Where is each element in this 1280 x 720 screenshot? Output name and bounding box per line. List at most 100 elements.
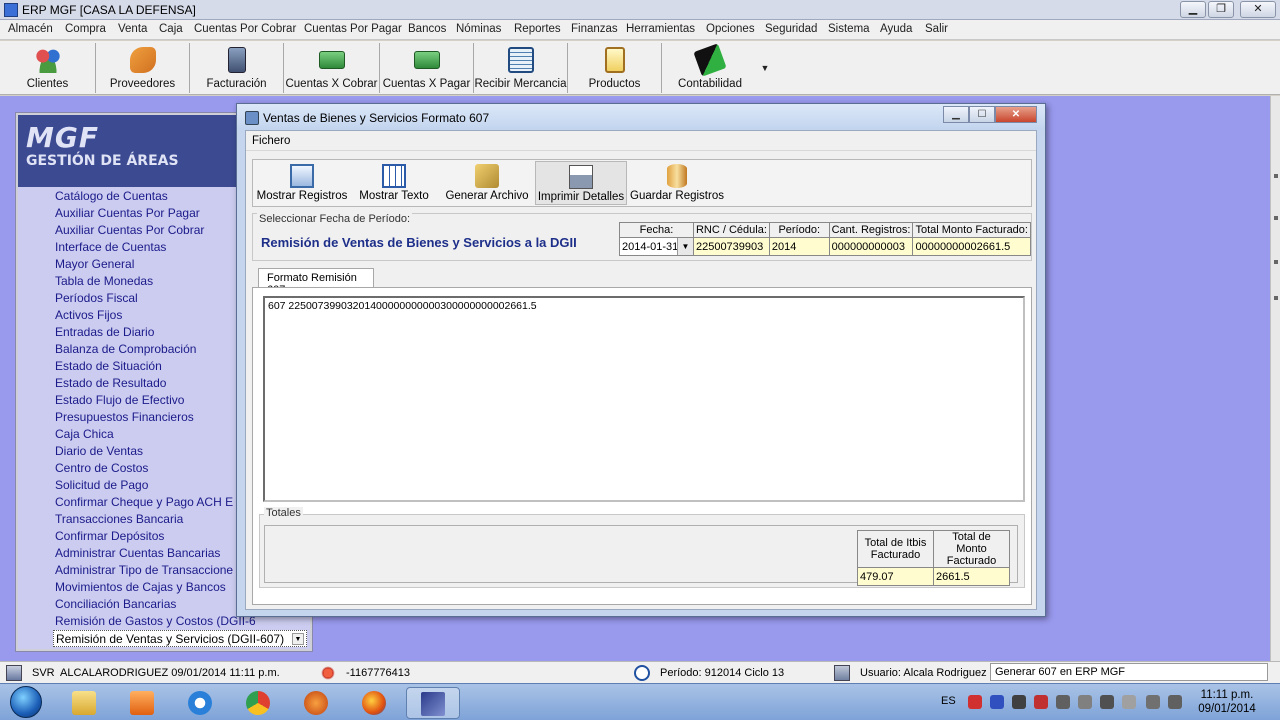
fecha-select[interactable]: 2014-01-31 ▼ xyxy=(619,237,694,256)
accounting-icon xyxy=(693,43,727,77)
tray-device-icon[interactable] xyxy=(1078,695,1092,709)
nav-item[interactable]: Estado de Situación xyxy=(55,358,255,375)
desktop-scrollbar[interactable] xyxy=(1270,96,1280,661)
menu-sistema[interactable]: Sistema xyxy=(828,23,870,35)
menu-ayuda[interactable]: Ayuda xyxy=(880,23,912,35)
minimize-button[interactable]: ▁ xyxy=(1180,1,1206,18)
nav-item[interactable]: Administrar Tipo de Transaccione xyxy=(55,562,255,579)
tray-antivirus-icon[interactable] xyxy=(1034,695,1048,709)
tray-display-icon[interactable] xyxy=(1056,695,1070,709)
close-button[interactable]: ✕ xyxy=(1240,1,1276,18)
total-itbis-cell: 479.07 xyxy=(857,567,934,586)
tray-battery-icon[interactable] xyxy=(1122,695,1136,709)
toolbar-clientes-label: Clientes xyxy=(26,78,69,90)
nav-item[interactable]: Auxiliar Cuentas Por Pagar xyxy=(55,205,255,222)
nav-item[interactable]: Movimientos de Cajas y Bancos xyxy=(55,579,255,596)
mostrar-texto-button[interactable]: Mostrar Texto xyxy=(351,161,437,205)
nav-item[interactable]: Entradas de Diario xyxy=(55,324,255,341)
taskbar-app[interactable] xyxy=(294,687,338,719)
menu-cuentas-por-cobrar[interactable]: Cuentas Por Cobrar xyxy=(194,23,296,35)
menu-seguridad[interactable]: Seguridad xyxy=(765,23,817,35)
nav-item[interactable]: Administrar Cuentas Bancarias xyxy=(55,545,255,562)
child-minimize-button[interactable]: ▁ xyxy=(943,106,969,123)
toolbar-cuentas-pagar-button[interactable]: Cuentas X Pagar xyxy=(380,43,474,93)
tray-bluetooth-icon[interactable] xyxy=(990,695,1004,709)
nav-item[interactable]: Transacciones Bancaria xyxy=(55,511,255,528)
menu-finanzas[interactable]: Finanzas xyxy=(571,23,618,35)
taskbar-chrome[interactable] xyxy=(236,687,280,719)
clock-time: 11:11 p.m. xyxy=(1200,689,1254,701)
tray-security-icon[interactable] xyxy=(968,695,982,709)
menu-opciones[interactable]: Opciones xyxy=(706,23,755,35)
imprimir-detalles-button[interactable]: Imprimir Detalles xyxy=(535,161,627,205)
menu-caja[interactable]: Caja xyxy=(159,23,183,35)
nav-item[interactable]: Caja Chica xyxy=(55,426,255,443)
imprimir-detalles-label: Imprimir Detalles xyxy=(537,191,625,203)
status-user-date: ALCALARODRIGUEZ 09/01/2014 11:11 p.m. xyxy=(60,667,280,679)
tab-formato-remision[interactable]: Formato Remisión 607 xyxy=(258,268,374,296)
nav-item[interactable]: Tabla de Monedas xyxy=(55,273,255,290)
nav-item[interactable]: Catálogo de Cuentas xyxy=(55,188,255,205)
tab-panel: 607 225007399032014000000000003000000000… xyxy=(252,287,1032,605)
nav-item[interactable]: Estado de Resultado xyxy=(55,375,255,392)
taskbar-ie[interactable] xyxy=(178,687,222,719)
menu-fichero[interactable]: Fichero xyxy=(252,135,290,147)
restore-button[interactable]: ❐ xyxy=(1208,1,1234,18)
toolbar-cuentas-cobrar-button[interactable]: Cuentas X Cobrar xyxy=(284,43,380,93)
nav-item[interactable]: Confirmar Depósitos xyxy=(55,528,255,545)
child-maximize-button[interactable]: ☐ xyxy=(969,106,995,123)
taskbar-explorer[interactable] xyxy=(62,687,106,719)
menu-almacen[interactable]: Almacén xyxy=(8,23,53,35)
nav-item[interactable]: Mayor General xyxy=(55,256,255,273)
toolbar-recibir-mercancia-button[interactable]: Recibir Mercancia xyxy=(474,43,568,93)
main-titlebar: ERP MGF [CASA LA DEFENSA] ▁ ❐ ✕ xyxy=(0,0,1280,20)
taskbar-firefox[interactable] xyxy=(352,687,396,719)
nav-item[interactable]: Centro de Costos xyxy=(55,460,255,477)
nav-item[interactable]: Activos Fijos xyxy=(55,307,255,324)
menu-salir[interactable]: Salir xyxy=(925,23,948,35)
taskbar-media[interactable] xyxy=(120,687,164,719)
menu-cuentas-por-pagar[interactable]: Cuentas Por Pagar xyxy=(304,23,402,35)
mostrar-registros-button[interactable]: Mostrar Registros xyxy=(255,161,349,205)
child-close-button[interactable]: ✕ xyxy=(995,106,1037,123)
guardar-registros-button[interactable]: Guardar Registros xyxy=(629,161,725,205)
menu-venta[interactable]: Venta xyxy=(118,23,147,35)
taskbar-clock[interactable]: 11:11 p.m. 09/01/2014 xyxy=(1192,688,1262,716)
toolbar-contabilidad-button[interactable]: Contabilidad xyxy=(662,43,758,93)
nav-item[interactable]: Presupuestos Financieros xyxy=(55,409,255,426)
media-player-icon xyxy=(130,691,154,715)
nav-item[interactable]: Interface de Cuentas xyxy=(55,239,255,256)
start-button[interactable] xyxy=(4,684,48,720)
nav-item[interactable]: Conciliación Bancarias xyxy=(55,596,255,613)
toolbar-facturacion-button[interactable]: Facturación xyxy=(190,43,284,93)
toolbar-productos-button[interactable]: Productos xyxy=(568,43,662,93)
nav-item[interactable]: Solicitud de Pago xyxy=(55,477,255,494)
menu-nominas[interactable]: Nóminas xyxy=(456,23,501,35)
nav-item[interactable]: Estado Flujo de Efectivo xyxy=(55,392,255,409)
nav-item[interactable]: Confirmar Cheque y Pago ACH E xyxy=(55,494,255,511)
language-indicator[interactable]: ES xyxy=(941,695,956,707)
menu-reportes[interactable]: Reportes xyxy=(514,23,561,35)
volume-icon[interactable] xyxy=(1146,695,1160,709)
nav-item[interactable]: Períodos Fiscal xyxy=(55,290,255,307)
toolbar-overflow-arrow[interactable]: ▼ xyxy=(758,43,772,93)
nav-item[interactable]: Balanza de Comprobación xyxy=(55,341,255,358)
toolbar-proveedores-button[interactable]: Proveedores xyxy=(96,43,190,93)
tray-app-icon[interactable] xyxy=(1012,695,1026,709)
format-text-area[interactable]: 607 225007399032014000000000003000000000… xyxy=(263,296,1025,502)
network-icon[interactable] xyxy=(1168,695,1182,709)
menu-herramientas[interactable]: Herramientas xyxy=(626,23,695,35)
nav-item[interactable]: Diario de Ventas xyxy=(55,443,255,460)
menu-bancos[interactable]: Bancos xyxy=(408,23,446,35)
nav-item[interactable]: Auxiliar Cuentas Por Cobrar xyxy=(55,222,255,239)
chevron-down-icon[interactable]: ▼ xyxy=(292,633,304,645)
tray-usb-icon[interactable] xyxy=(1100,695,1114,709)
nav-item[interactable]: Remisión de Gastos y Costos (DGII-606) xyxy=(55,613,255,630)
generar-archivo-button[interactable]: Generar Archivo xyxy=(439,161,535,205)
menu-compra[interactable]: Compra xyxy=(65,23,106,35)
money-icon xyxy=(318,51,345,69)
taskbar-erp-mgf[interactable] xyxy=(406,687,460,719)
chevron-down-icon[interactable]: ▼ xyxy=(676,238,693,255)
nav-item-selected[interactable]: Remisión de Ventas y Servicios (DGII-607… xyxy=(53,630,307,647)
toolbar-clientes-button[interactable]: Clientes xyxy=(0,43,96,93)
